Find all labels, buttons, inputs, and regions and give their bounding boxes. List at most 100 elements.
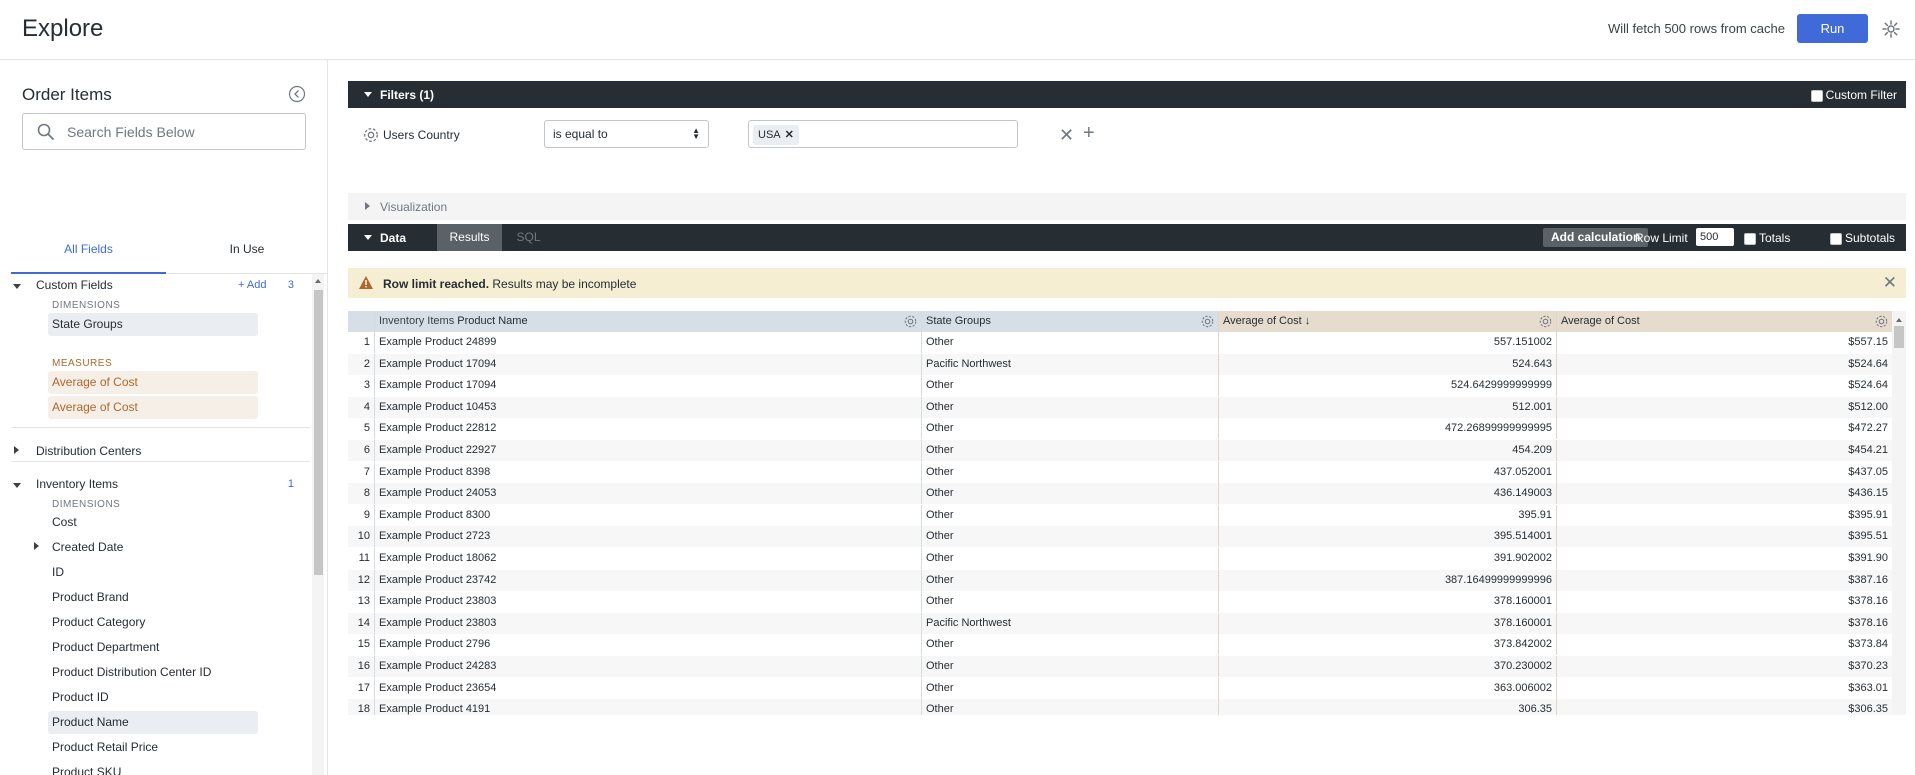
- cell-average-of-cost[interactable]: $391.90: [1556, 548, 1892, 569]
- cell-average-of-cost[interactable]: $387.16: [1556, 569, 1892, 591]
- field-product-category[interactable]: Product Category: [48, 611, 258, 634]
- cell-state-group[interactable]: Other: [921, 396, 1218, 418]
- data-bar[interactable]: Data Results SQL Add calculation Row Lim…: [348, 224, 1906, 251]
- cell-average-of-cost-raw[interactable]: 512.001: [1218, 396, 1556, 418]
- cell-product-name[interactable]: Example Product 8300: [374, 504, 921, 526]
- add-filter-icon[interactable]: +: [1083, 122, 1095, 145]
- cell-average-of-cost-raw[interactable]: 395.91: [1218, 504, 1556, 526]
- cell-average-of-cost-raw[interactable]: 378.160001: [1218, 612, 1556, 634]
- cell-state-group[interactable]: Other: [921, 634, 1218, 656]
- cell-state-group[interactable]: Other: [921, 375, 1218, 397]
- cell-average-of-cost-raw[interactable]: 306.35: [1218, 699, 1556, 715]
- column-header-average-of-cost-sorted[interactable]: Average of Cost ↓: [1218, 311, 1556, 332]
- add-custom-field-link[interactable]: + Add: [238, 279, 266, 291]
- cell-average-of-cost[interactable]: $395.91: [1556, 504, 1892, 526]
- cell-average-of-cost[interactable]: $378.16: [1556, 612, 1892, 634]
- gear-icon[interactable]: [1874, 314, 1889, 329]
- cell-state-group[interactable]: Other: [921, 699, 1218, 715]
- cell-state-group[interactable]: Other: [921, 569, 1218, 591]
- cell-state-group[interactable]: Other: [921, 332, 1218, 353]
- cell-state-group[interactable]: Other: [921, 677, 1218, 699]
- cell-average-of-cost[interactable]: $306.35: [1556, 699, 1892, 715]
- cell-product-name[interactable]: Example Product 2723: [374, 526, 921, 548]
- group-inventory-items[interactable]: Inventory Items 1: [0, 473, 310, 493]
- cell-average-of-cost-raw[interactable]: 524.6429999999999: [1218, 375, 1556, 397]
- cell-product-name[interactable]: Example Product 4191: [374, 699, 921, 715]
- cell-average-of-cost-raw[interactable]: 387.16499999999996: [1218, 569, 1556, 591]
- cell-average-of-cost[interactable]: $472.27: [1556, 418, 1892, 440]
- field-product-id[interactable]: Product ID: [48, 686, 258, 709]
- cell-average-of-cost[interactable]: $370.23: [1556, 656, 1892, 677]
- field-product-distribution-center-id[interactable]: Product Distribution Center ID: [48, 661, 258, 684]
- field-product-name[interactable]: Product Name: [48, 711, 258, 734]
- cell-average-of-cost[interactable]: $437.05: [1556, 461, 1892, 483]
- cell-product-name[interactable]: Example Product 24053: [374, 483, 921, 505]
- cell-average-of-cost[interactable]: $395.51: [1556, 526, 1892, 548]
- cell-average-of-cost-raw[interactable]: 436.149003: [1218, 483, 1556, 505]
- filter-operator-select[interactable]: is equal to ▲ ▼: [544, 120, 709, 148]
- row-limit-input[interactable]: 500: [1696, 228, 1734, 246]
- cell-average-of-cost-raw[interactable]: 391.902002: [1218, 548, 1556, 569]
- cell-average-of-cost[interactable]: $524.64: [1556, 353, 1892, 375]
- field-average-of-cost-2[interactable]: Average of Cost: [48, 396, 258, 419]
- gear-icon[interactable]: [1538, 314, 1553, 329]
- filter-value-chip[interactable]: USA ✕: [753, 125, 799, 145]
- cell-average-of-cost-raw[interactable]: 454.209: [1218, 440, 1556, 461]
- tab-sql[interactable]: SQL: [502, 224, 555, 251]
- cell-state-group[interactable]: Pacific Northwest: [921, 353, 1218, 375]
- cell-average-of-cost[interactable]: $373.84: [1556, 634, 1892, 656]
- field-id[interactable]: ID: [48, 561, 258, 584]
- cell-product-name[interactable]: Example Product 23803: [374, 591, 921, 613]
- cell-product-name[interactable]: Example Product 24283: [374, 656, 921, 677]
- run-button[interactable]: Run: [1797, 14, 1868, 43]
- tab-in-use[interactable]: In Use: [166, 170, 327, 274]
- group-custom-fields[interactable]: Custom Fields + Add 3: [0, 274, 310, 294]
- field-state-groups[interactable]: State Groups: [48, 313, 258, 336]
- close-icon[interactable]: ✕: [1883, 273, 1897, 293]
- field-cost[interactable]: Cost: [48, 511, 258, 534]
- remove-filter-icon[interactable]: ✕: [1059, 125, 1074, 146]
- cell-product-name[interactable]: Example Product 23742: [374, 569, 921, 591]
- remove-chip-icon[interactable]: ✕: [785, 129, 794, 141]
- cell-average-of-cost[interactable]: $557.15: [1556, 332, 1892, 353]
- cell-state-group[interactable]: Other: [921, 461, 1218, 483]
- totals-checkbox[interactable]: [1744, 232, 1756, 245]
- cell-average-of-cost[interactable]: $436.15: [1556, 483, 1892, 505]
- cell-product-name[interactable]: Example Product 10453: [374, 396, 921, 418]
- cell-average-of-cost[interactable]: $363.01: [1556, 677, 1892, 699]
- cell-state-group[interactable]: Other: [921, 418, 1218, 440]
- cell-state-group[interactable]: Other: [921, 483, 1218, 505]
- field-product-retail-price[interactable]: Product Retail Price: [48, 736, 258, 759]
- custom-filter-toggle[interactable]: Custom Filter: [1810, 88, 1897, 102]
- cell-average-of-cost-raw[interactable]: 557.151002: [1218, 332, 1556, 353]
- scroll-up-icon[interactable]: [315, 279, 321, 283]
- field-created-date[interactable]: Created Date: [48, 536, 258, 559]
- table-scroll-thumb[interactable]: [1894, 326, 1904, 348]
- cell-state-group[interactable]: Other: [921, 548, 1218, 569]
- gear-icon[interactable]: [1200, 314, 1215, 329]
- cell-average-of-cost-raw[interactable]: 395.514001: [1218, 526, 1556, 548]
- collapse-sidebar-icon[interactable]: [288, 85, 306, 103]
- cell-average-of-cost[interactable]: $378.16: [1556, 591, 1892, 613]
- group-distribution-centers[interactable]: Distribution Centers: [0, 440, 310, 460]
- cell-product-name[interactable]: Example Product 22927: [374, 440, 921, 461]
- cell-product-name[interactable]: Example Product 22812: [374, 418, 921, 440]
- cell-average-of-cost-raw[interactable]: 378.160001: [1218, 591, 1556, 613]
- cell-state-group[interactable]: Other: [921, 526, 1218, 548]
- custom-filter-checkbox[interactable]: [1810, 89, 1823, 102]
- filters-bar[interactable]: Filters (1) Custom Filter: [348, 81, 1906, 108]
- cell-state-group[interactable]: Pacific Northwest: [921, 612, 1218, 634]
- subtotals-checkbox[interactable]: [1830, 232, 1842, 245]
- column-header-state-groups[interactable]: State Groups: [921, 311, 1218, 332]
- field-average-of-cost-1[interactable]: Average of Cost: [48, 371, 258, 394]
- add-calculation-button[interactable]: Add calculation: [1543, 228, 1649, 247]
- cell-average-of-cost-raw[interactable]: 524.643: [1218, 353, 1556, 375]
- cell-product-name[interactable]: Example Product 2796: [374, 634, 921, 656]
- cell-product-name[interactable]: Example Product 8398: [374, 461, 921, 483]
- cell-average-of-cost[interactable]: $454.21: [1556, 440, 1892, 461]
- gear-icon[interactable]: [1881, 19, 1901, 39]
- cell-product-name[interactable]: Example Product 17094: [374, 353, 921, 375]
- cell-product-name[interactable]: Example Product 24899: [374, 332, 921, 353]
- field-search-input[interactable]: Search Fields Below: [22, 113, 306, 150]
- field-product-sku[interactable]: Product SKU: [48, 761, 258, 775]
